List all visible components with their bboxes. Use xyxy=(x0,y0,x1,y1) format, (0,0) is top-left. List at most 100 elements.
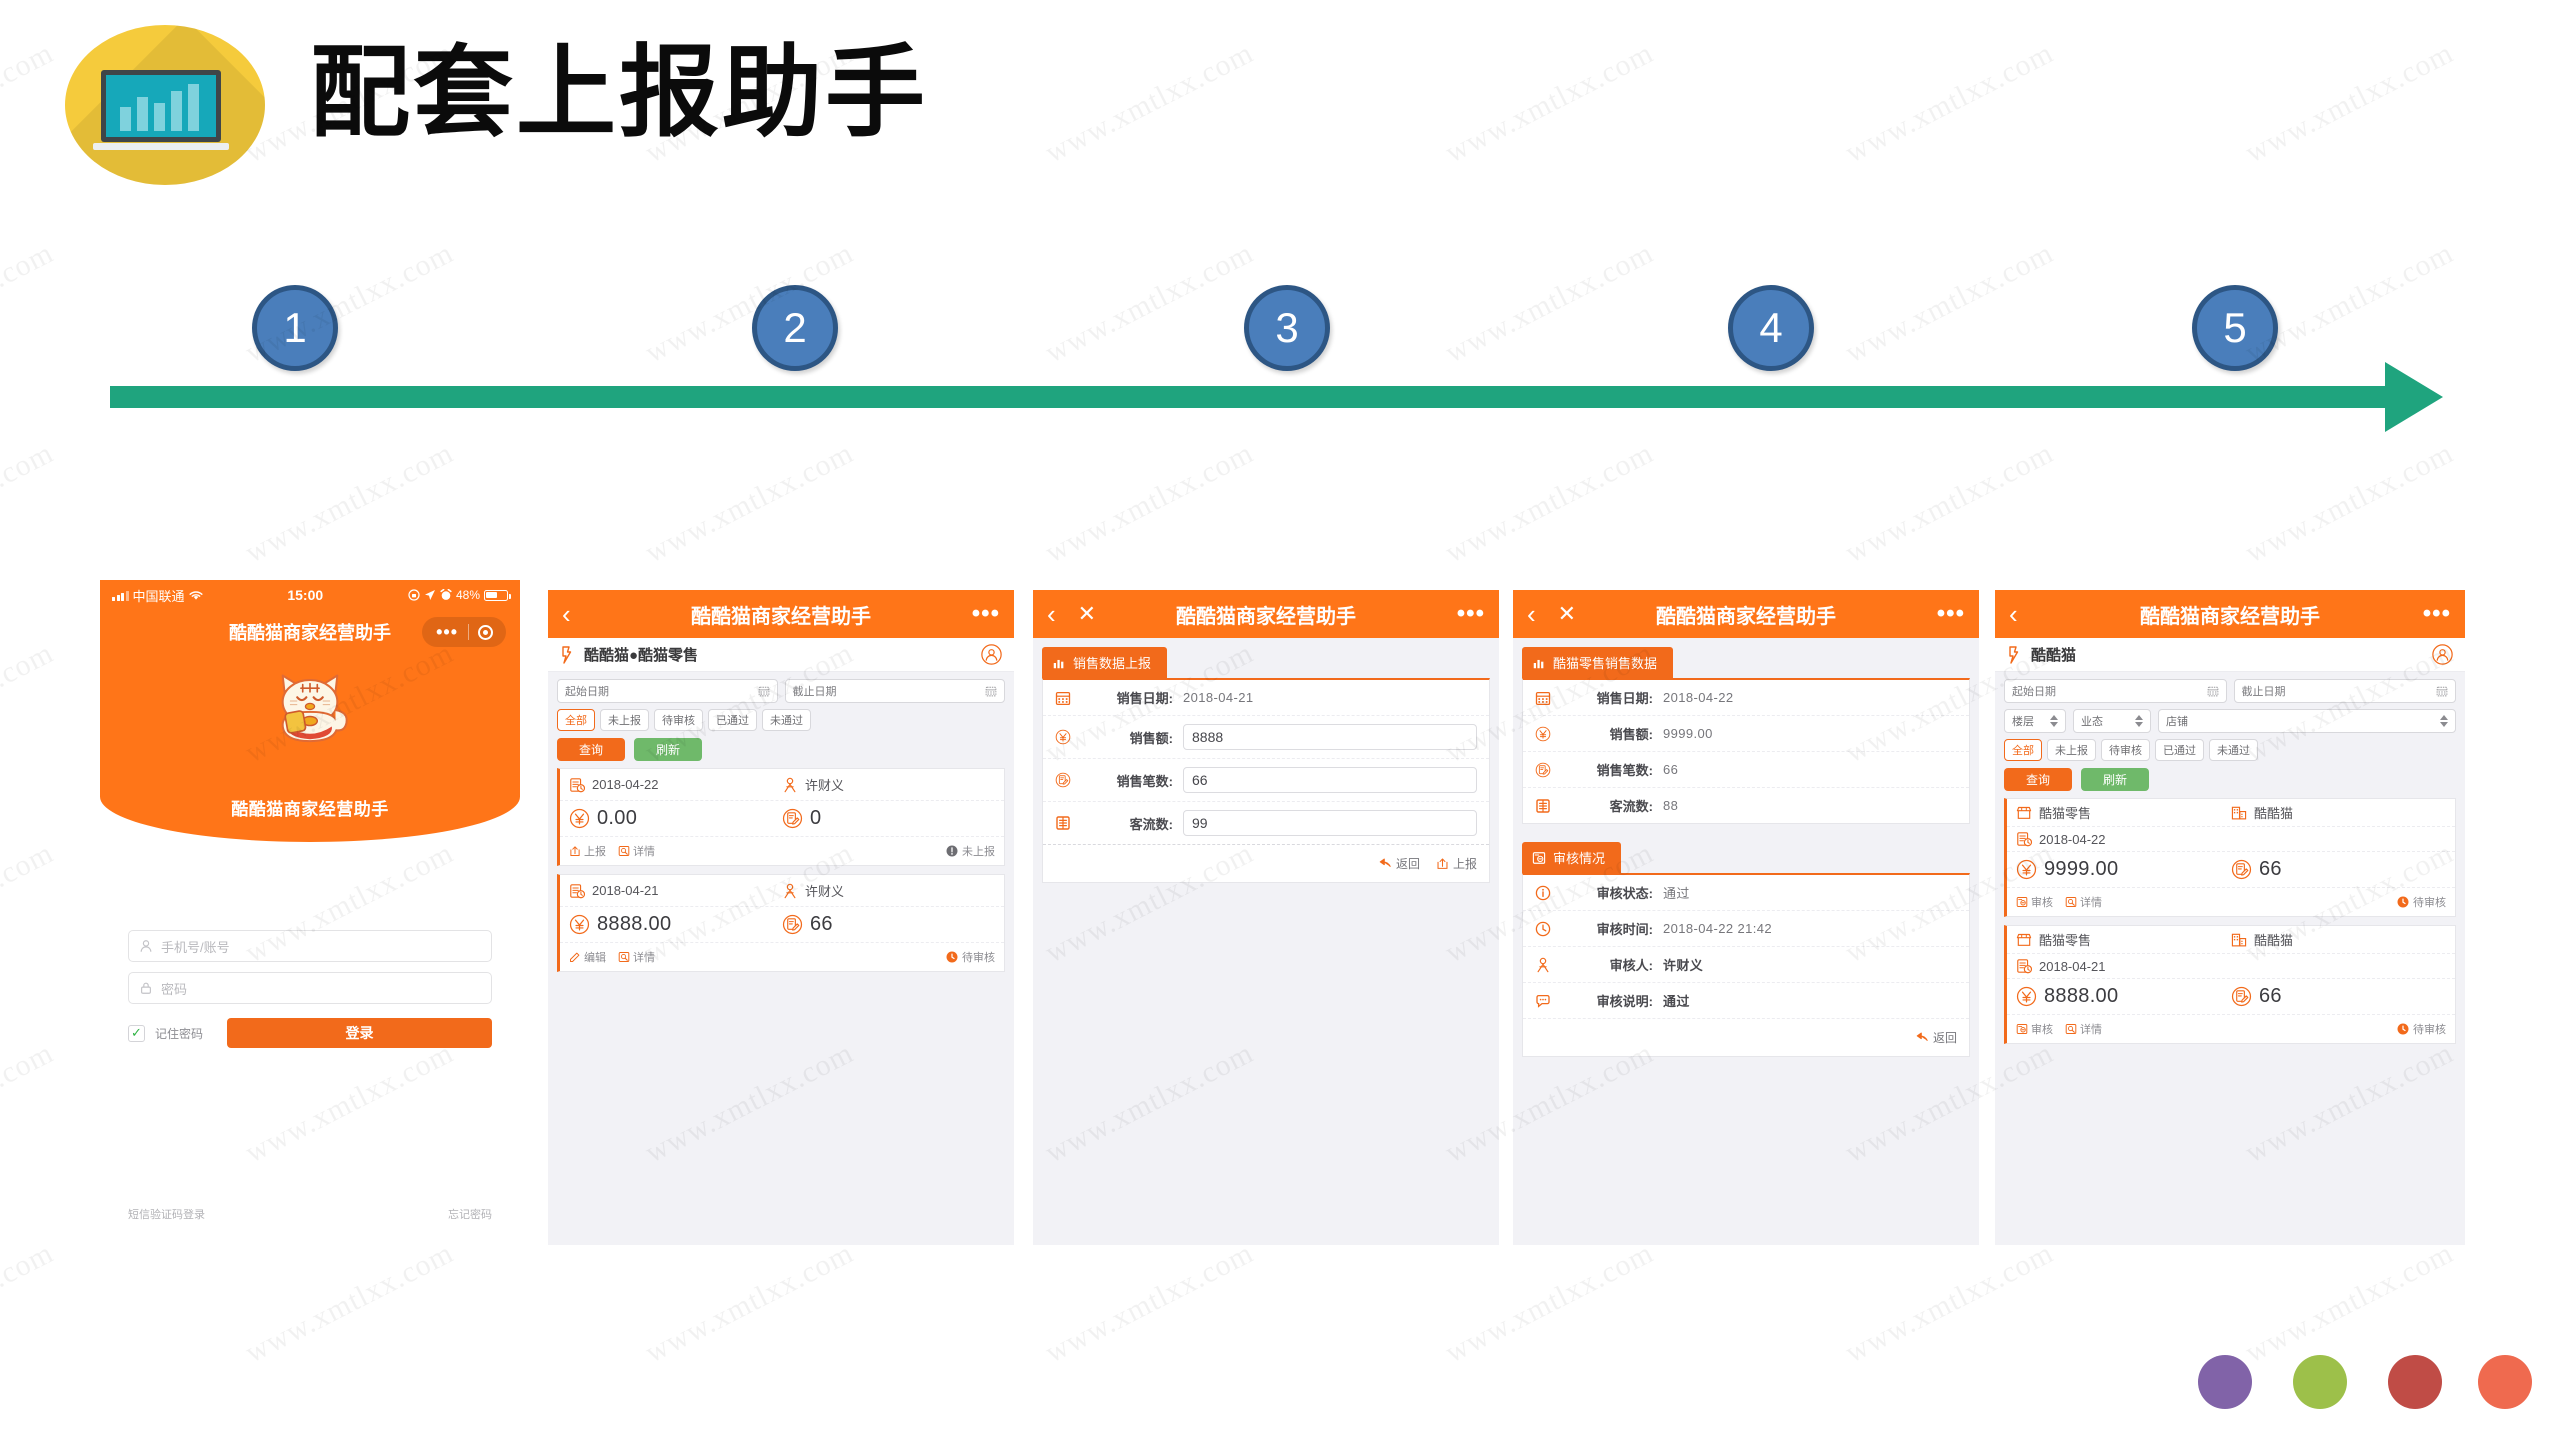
table-row[interactable]: 酷猫零售 酷酷猫 xyxy=(2004,925,2456,1044)
edit-action-button[interactable]: 编辑 xyxy=(569,949,606,965)
login-hero: 酷酷猫商家经营助手 xyxy=(100,654,520,842)
back-arrow-icon xyxy=(1379,858,1391,868)
table-row[interactable]: 2018-04-21 许财义 8888.00 66 编辑 详情 待审核 xyxy=(557,874,1005,972)
more-dots-icon[interactable]: ••• xyxy=(1457,601,1485,626)
remember-password-checkbox[interactable]: ✓ xyxy=(128,1024,145,1042)
yuan-circle-icon xyxy=(2016,986,2037,1007)
end-date-input[interactable]: 截止日期 xyxy=(784,679,1005,703)
store-select[interactable]: 店铺 xyxy=(2158,709,2456,733)
more-dots-icon[interactable]: ••• xyxy=(1937,601,1965,626)
review-label-person: 审核人: xyxy=(1609,958,1653,973)
laptop-bar-chart-icon xyxy=(93,70,231,155)
detail-label-amount: 销售额: xyxy=(1609,727,1653,742)
target-circle-icon[interactable] xyxy=(478,624,493,640)
watermark-text: www.xmtlxx.com xyxy=(1840,1236,2059,1370)
more-dots-icon[interactable]: ••• xyxy=(2423,601,2451,626)
record-header-line: 2018-04-22 许财义 xyxy=(560,769,1004,800)
start-date-input[interactable]: 起始日期 xyxy=(557,679,778,703)
status-chip-rejected[interactable]: 未通过 xyxy=(762,709,811,731)
chevron-left-icon[interactable]: ‹ xyxy=(562,601,571,627)
shop-header-bar: 酷酷猫 xyxy=(1995,638,2465,672)
review-value-time: 2018-04-22 21:42 xyxy=(1663,921,1773,936)
query-button[interactable]: 查询 xyxy=(557,738,625,761)
sales-amount-input[interactable]: 8888 xyxy=(1183,724,1477,750)
forgot-password-link[interactable]: 忘记密码 xyxy=(448,1206,492,1222)
back-button[interactable]: 返回 xyxy=(1916,1029,1957,1046)
table-row[interactable]: 酷猫零售 酷酷猫 xyxy=(2004,798,2456,917)
traffic-count-input[interactable]: 99 xyxy=(1183,810,1477,836)
chevron-left-icon[interactable]: ‹ xyxy=(1047,601,1056,627)
status-chip-all[interactable]: 全部 xyxy=(2004,739,2042,761)
account-field[interactable]: 手机号/账号 xyxy=(128,930,492,962)
watermark-text: www.xmtlxx.com xyxy=(2240,436,2459,570)
sms-login-link[interactable]: 短信验证码登录 xyxy=(128,1206,205,1222)
status-label: 未上报 xyxy=(962,846,995,858)
close-icon[interactable]: ✕ xyxy=(1078,601,1096,627)
report-circle-icon xyxy=(2231,859,2252,880)
status-chip-pending[interactable]: 待审核 xyxy=(2101,739,2150,761)
business-type-select[interactable]: 业态 xyxy=(2073,709,2151,733)
detail-action-button[interactable]: 详情 xyxy=(618,949,655,965)
more-dots-icon[interactable]: ••• xyxy=(972,601,1000,626)
refresh-button[interactable]: 刷新 xyxy=(634,738,702,761)
detail-action-label: 详情 xyxy=(633,846,655,858)
wechat-capsule[interactable]: ••• xyxy=(422,617,506,647)
review-action-button[interactable]: 审核 xyxy=(2016,1021,2053,1037)
record-header-line: 2018-04-21 许财义 xyxy=(560,875,1004,906)
refresh-button[interactable]: 刷新 xyxy=(2081,768,2149,791)
record-amount: 8888.00 xyxy=(2044,985,2119,1007)
sales-data-panel: 酷猫零售销售数据 销售日期: 2018-04-22 销售额: 9999.00 销… xyxy=(1522,647,1970,824)
status-chip-approved[interactable]: 已通过 xyxy=(2155,739,2204,761)
status-chip-all[interactable]: 全部 xyxy=(557,709,595,731)
record-mall-cell: 酷酷猫 xyxy=(2231,930,2446,949)
query-button[interactable]: 查询 xyxy=(2004,768,2072,791)
status-chip-approved[interactable]: 已通过 xyxy=(708,709,757,731)
login-button[interactable]: 登录 xyxy=(227,1018,492,1048)
detail-action-button[interactable]: 详情 xyxy=(2065,894,2102,910)
submit-report-button[interactable]: 上报 xyxy=(1436,855,1477,872)
calendar-icon xyxy=(2436,686,2448,697)
report-action-button[interactable]: 上报 xyxy=(569,843,606,859)
status-chip-unreported[interactable]: 未上报 xyxy=(600,709,649,731)
detail-action-button[interactable]: 详情 xyxy=(2065,1021,2102,1037)
more-dots-icon[interactable]: ••• xyxy=(426,623,468,641)
detail-icon xyxy=(2065,897,2077,907)
wechat-nav-bar: ‹ ✕ 酷酷猫商家经营助手 ••• xyxy=(1513,590,1979,638)
lucky-cat-icon xyxy=(281,674,348,743)
status-chip-pending[interactable]: 待审核 xyxy=(654,709,703,731)
password-field[interactable]: 密码 xyxy=(128,972,492,1004)
submit-report-label: 上报 xyxy=(1452,857,1477,871)
calendar-icon xyxy=(1055,691,1071,705)
record-count: 66 xyxy=(2259,985,2282,1007)
close-icon[interactable]: ✕ xyxy=(1558,601,1576,627)
user-circle-icon[interactable] xyxy=(981,644,1002,665)
alarm-icon xyxy=(440,589,452,600)
login-form: 手机号/账号 密码 ✓ 记住密码 登录 短信验证码登录 忘记密码 xyxy=(100,842,520,1240)
wechat-nav-bar: ‹ ✕ 酷酷猫商家经营助手 ••• xyxy=(1033,590,1499,638)
watermark-text: www.xmtlxx.com xyxy=(640,436,859,570)
form-button-row: 返回 上报 xyxy=(1043,845,1489,882)
detail-action-button[interactable]: 详情 xyxy=(618,843,655,859)
sales-count-input[interactable]: 66 xyxy=(1183,767,1477,793)
back-button[interactable]: 返回 xyxy=(1379,855,1420,872)
timeline-arrow-head xyxy=(2385,362,2443,432)
status-badge: 待审核 xyxy=(2397,894,2446,910)
panel-title: 酷猫零售销售数据 xyxy=(1553,656,1658,671)
user-circle-icon[interactable] xyxy=(2432,644,2453,665)
floor-select[interactable]: 楼层 xyxy=(2004,709,2066,733)
status-chip-rejected[interactable]: 未通过 xyxy=(2209,739,2258,761)
start-date-input[interactable]: 起始日期 xyxy=(2004,679,2227,703)
laptop-frame xyxy=(101,70,221,142)
wifi-icon xyxy=(188,590,203,600)
form-value-date: 2018-04-21 xyxy=(1183,690,1254,705)
status-chip-unreported[interactable]: 未上报 xyxy=(2047,739,2096,761)
chevron-left-icon[interactable]: ‹ xyxy=(1527,601,1536,627)
record-count: 66 xyxy=(2259,858,2282,880)
building-icon xyxy=(2231,806,2247,819)
record-shop-cell: 酷猫零售 xyxy=(2016,803,2231,822)
table-row[interactable]: 2018-04-22 许财义 0.00 0 上报 详情 未上报 xyxy=(557,768,1005,866)
end-date-input[interactable]: 截止日期 xyxy=(2233,679,2456,703)
wechat-nav-bar: 酷酷猫商家经营助手 ••• xyxy=(100,610,520,654)
chevron-left-icon[interactable]: ‹ xyxy=(2009,601,2018,627)
review-action-button[interactable]: 审核 xyxy=(2016,894,2053,910)
